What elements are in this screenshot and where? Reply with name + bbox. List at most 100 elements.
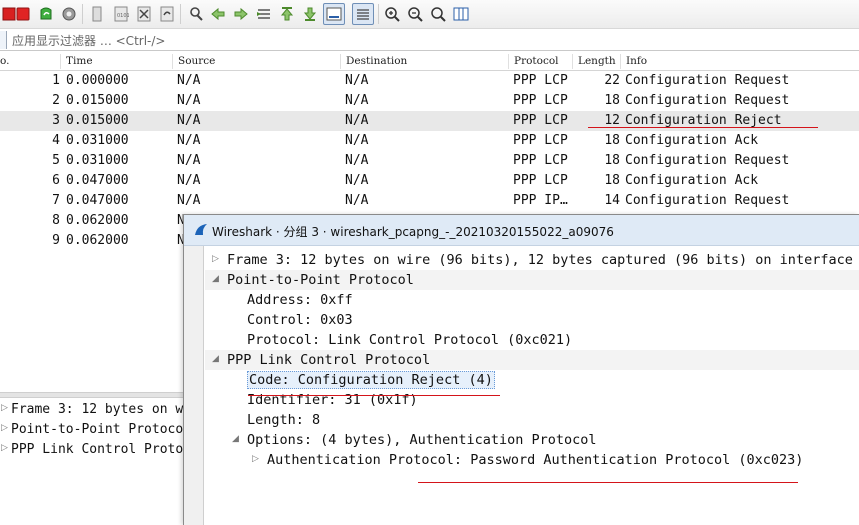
column-info[interactable]: Info [626,55,647,67]
cell-no: 4 [52,133,60,148]
display-filter-bar[interactable]: 应用显示过滤器 … <Ctrl-/> [0,29,859,51]
first-packet-icon[interactable] [278,5,296,23]
close-file-icon[interactable] [135,5,153,23]
expand-arrow-icon[interactable]: ▷ [1,423,8,433]
tree-item[interactable]: Protocol: Link Control Protocol (0xc021) [205,330,859,350]
cell-no: 1 [52,73,60,88]
collapse-arrow-icon[interactable]: ◢ [232,434,239,444]
expand-arrow-icon[interactable]: ▷ [1,443,8,453]
cell-length: 18 [604,173,620,188]
go-forward-icon[interactable] [232,5,250,23]
table-row[interactable]: 7 0.047000 N/A N/A PPP IP… 14 Configuration Re… [0,191,859,211]
cell-info: Configuration Ack [625,133,759,148]
table-row[interactable]: 1 0.000000 N/A N/A PPP LCP 22 Configuration Re… [0,71,859,91]
reload-file-icon[interactable] [158,5,176,23]
cell-no: 9 [52,233,60,248]
cell-info: Configuration Ack [625,173,759,188]
stop-capture-icon[interactable] [14,5,32,23]
restart-capture-icon[interactable] [37,5,55,23]
cell-length: 18 [604,93,620,108]
cell-length: 18 [604,153,620,168]
table-row[interactable]: 3 0.015000 N/A N/A PPP LCP 12 Configuration Re… [0,111,859,131]
cell-destination: N/A [345,193,369,208]
cell-time: 0.000000 [66,73,129,88]
annotation-underline [588,127,818,128]
tree-item[interactable]: ◢ PPP Link Control Protocol [205,350,859,370]
tree-item-label: Protocol: Link Control Protocol (0xc021) [247,332,573,348]
tree-item[interactable]: Code: Configuration Reject (4) [205,370,859,390]
cell-protocol: PPP LCP [513,93,568,108]
cell-destination: N/A [345,93,369,108]
tree-item-label: PPP Link Control Protocol [227,352,431,368]
collapse-arrow-icon[interactable]: ◢ [212,274,219,284]
cell-length: 14 [604,193,620,208]
tree-item[interactable]: ▷ Frame 3: 12 bytes on wire (96 bits), 12… [205,250,859,270]
cell-info: Configuration Request [625,193,790,208]
packet-details-pane: ▷ Frame 3: 12 bytes on w ▷ Point-to-Poin… [0,398,190,525]
zoom-out-icon[interactable] [406,5,424,23]
tree-item[interactable]: Length: 8 [205,410,859,430]
colorize-icon[interactable] [352,3,374,25]
save-file-icon[interactable]: 0101 [112,5,130,23]
cell-time: 0.015000 [66,93,129,108]
tree-item[interactable]: ▷ Authentication Protocol: Password Authe… [205,450,859,470]
tree-item[interactable]: ◢ Point-to-Point Protocol [205,270,859,290]
tree-item-label: Length: 8 [247,412,321,428]
column-source[interactable]: Source [178,55,215,67]
cell-destination: N/A [345,153,369,168]
cell-no: 6 [52,173,60,188]
go-back-icon[interactable] [209,5,227,23]
cell-info: Configuration Request [625,93,790,108]
cell-time: 0.015000 [66,113,129,128]
table-row[interactable]: 6 0.047000 N/A N/A PPP LCP 18 Configuration Ac… [0,171,859,191]
collapse-arrow-icon[interactable]: ◢ [212,354,219,364]
tree-item[interactable]: ◢ Options: (4 bytes), Authentication Prot… [205,430,859,450]
column-protocol[interactable]: Protocol [514,55,559,67]
expand-arrow-icon[interactable]: ▷ [212,254,219,264]
cell-source: N/A [177,93,201,108]
tree-item-label: Point-to-Point Protocol [227,272,414,288]
dialog-title: Wireshark · 分组 3 · wireshark_pcapng_-_20… [212,225,614,239]
column-length[interactable]: Length [578,55,616,67]
cell-no: 3 [52,113,60,128]
cell-no: 8 [52,213,60,228]
open-file-icon[interactable] [89,5,107,23]
tree-item[interactable]: Address: 0xff [205,290,859,310]
cell-no: 5 [52,153,60,168]
main-toolbar: 0101 [0,0,859,29]
cell-destination: N/A [345,73,369,88]
tree-item-label: Code: Configuration Reject (4) [247,371,495,389]
cell-protocol: PPP LCP [513,133,568,148]
expand-arrow-icon[interactable]: ▷ [1,403,8,413]
tree-item-label: Control: 0x03 [247,312,353,328]
capture-options-icon[interactable] [60,5,78,23]
column-no[interactable]: o. [0,55,9,67]
column-time[interactable]: Time [66,55,93,67]
dialog-title-bar[interactable]: Wireshark · 分组 3 · wireshark_pcapng_-_20… [184,215,859,246]
annotation-underline [248,395,500,396]
column-destination[interactable]: Destination [346,55,407,67]
annotation-underline [418,482,798,483]
cell-source: N/A [177,153,201,168]
auto-scroll-icon[interactable] [323,3,345,25]
tree-item-label: Options: (4 bytes), Authentication Proto… [247,432,597,448]
normal-size-icon[interactable] [429,5,447,23]
tree-item[interactable]: Identifier: 31 (0x1f) [205,390,859,410]
tree-item-label: Address: 0xff [247,292,353,308]
table-row[interactable]: 4 0.031000 N/A N/A PPP LCP 18 Configuration Ac… [0,131,859,151]
display-filter-input[interactable]: 应用显示过滤器 … <Ctrl-/> [12,32,165,49]
table-row[interactable]: 5 0.031000 N/A N/A PPP LCP 18 Configuration Re… [0,151,859,171]
resize-columns-icon[interactable] [452,5,470,23]
expand-arrow-icon[interactable]: ▷ [252,454,259,464]
table-row[interactable]: 2 0.015000 N/A N/A PPP LCP 18 Configuration Re… [0,91,859,111]
cell-time: 0.062000 [66,213,129,228]
cell-length: 12 [604,113,620,128]
cell-source: N/A [177,113,201,128]
zoom-in-icon[interactable] [383,5,401,23]
bookmark-icon[interactable] [0,31,7,49]
find-packet-icon[interactable] [187,5,205,23]
tree-item[interactable]: Control: 0x03 [205,310,859,330]
last-packet-icon[interactable] [301,5,319,23]
go-to-packet-icon[interactable] [255,5,273,23]
cell-time: 0.062000 [66,233,129,248]
